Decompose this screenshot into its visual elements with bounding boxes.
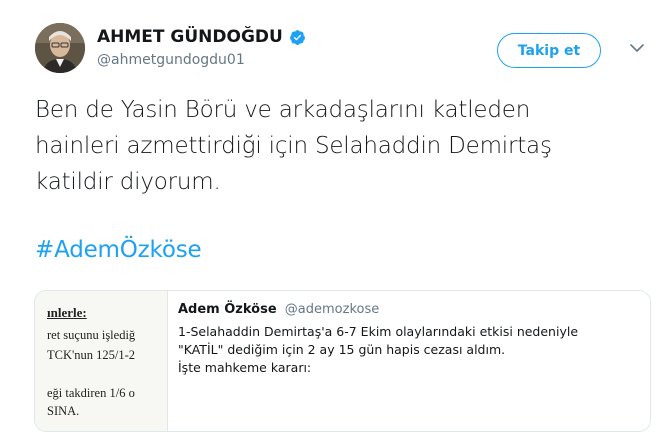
tweet-text-line: Ben de Yasin Börü ve arkadaşlarını katle…	[35, 97, 531, 123]
quoted-tweet-body: Adem Özköse @ademozkose 1-Selahaddin Dem…	[178, 302, 638, 377]
quoted-text-line: "KATİL" dediğim için 2 ay 15 gün hapis c…	[178, 342, 506, 357]
thumbnail-text: eği takdiren 1/6 o	[47, 386, 135, 400]
hashtag-link[interactable]: #AdemÖzköse	[35, 237, 202, 263]
follow-button[interactable]: Takip et	[497, 33, 601, 68]
thumbnail-text: ret suçunu işlediğ	[47, 328, 136, 342]
quoted-author-name[interactable]: Adem Özköse	[178, 302, 277, 317]
quoted-author-handle[interactable]: @ademozkose	[285, 302, 379, 317]
quoted-text-line: 1-Selahaddin Demirtaş'a 6-7 Ekim olaylar…	[178, 324, 579, 339]
tweet-text-line: katildir diyorum.	[35, 169, 221, 195]
author-name[interactable]: AHMET GÜNDOĞDU	[97, 27, 306, 47]
document-thumbnail[interactable]: ınlerle: ret suçunu işlediğ TCK'nun 125/…	[35, 291, 168, 431]
quoted-tweet-card[interactable]: ınlerle: ret suçunu işlediğ TCK'nun 125/…	[34, 290, 651, 432]
avatar[interactable]	[35, 23, 85, 73]
tweet-text-line: hainleri azmettirdiği için Selahaddin De…	[35, 133, 552, 159]
verified-badge-icon	[289, 29, 305, 45]
quoted-text: 1-Selahaddin Demirtaş'a 6-7 Ekim olaylar…	[178, 323, 638, 377]
quoted-text-line: İşte mahkeme kararı:	[178, 360, 312, 375]
tweet-text: Ben de Yasin Börü ve arkadaşlarını katle…	[35, 92, 660, 200]
author-handle[interactable]: @ahmetgundogdu01	[97, 52, 245, 68]
thumbnail-text: ınlerle:	[47, 305, 87, 320]
thumbnail-text: SINA.	[47, 404, 80, 418]
author-name-text[interactable]: AHMET GÜNDOĞDU	[97, 27, 283, 47]
chevron-down-icon[interactable]	[629, 40, 645, 56]
quoted-header: Adem Özköse @ademozkose	[178, 302, 638, 317]
thumbnail-text: TCK'nun 125/1-2	[47, 348, 136, 362]
